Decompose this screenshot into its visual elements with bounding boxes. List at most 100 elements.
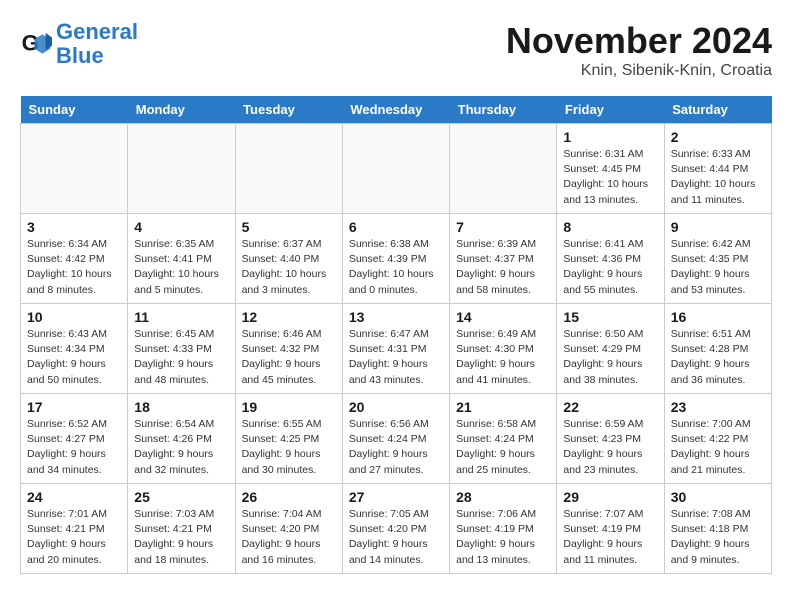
calendar-cell xyxy=(235,124,342,214)
weekday-header-sunday: Sunday xyxy=(21,96,128,124)
day-info: Sunrise: 6:34 AM Sunset: 4:42 PM Dayligh… xyxy=(27,237,121,298)
day-info: Sunrise: 7:06 AM Sunset: 4:19 PM Dayligh… xyxy=(456,507,550,568)
day-info: Sunrise: 7:07 AM Sunset: 4:19 PM Dayligh… xyxy=(563,507,657,568)
calendar-cell: 2 Sunrise: 6:33 AM Sunset: 4:44 PM Daylig… xyxy=(664,124,771,214)
calendar-cell: 8Sunrise: 6:41 AM Sunset: 4:36 PM Daylig… xyxy=(557,214,664,304)
logo-text: GeneralBlue xyxy=(56,20,138,68)
day-info: Sunrise: 6:37 AM Sunset: 4:40 PM Dayligh… xyxy=(242,237,336,298)
calendar-cell: 20 Sunrise: 6:56 AM Sunset: 4:24 PM Dayli… xyxy=(342,394,449,484)
day-number: 21 xyxy=(456,399,550,415)
day-info: Sunrise: 6:42 AM Sunset: 4:35 PM Dayligh… xyxy=(671,237,765,298)
weekday-header-friday: Friday xyxy=(557,96,664,124)
calendar-cell: 23 Sunrise: 7:00 AM Sunset: 4:22 PM Dayli… xyxy=(664,394,771,484)
day-info: Sunrise: 6:45 AM Sunset: 4:33 PM Dayligh… xyxy=(134,327,228,388)
logo: G GeneralBlue xyxy=(20,20,138,68)
calendar-cell: 24Sunrise: 7:01 AM Sunset: 4:21 PM Dayli… xyxy=(21,484,128,574)
calendar-cell: 17Sunrise: 6:52 AM Sunset: 4:27 PM Dayli… xyxy=(21,394,128,484)
day-info: Sunrise: 6:50 AM Sunset: 4:29 PM Dayligh… xyxy=(563,327,657,388)
day-number: 2 xyxy=(671,129,765,145)
calendar-cell: 15Sunrise: 6:50 AM Sunset: 4:29 PM Dayli… xyxy=(557,304,664,394)
day-number: 3 xyxy=(27,219,121,235)
calendar-cell: 29 Sunrise: 7:07 AM Sunset: 4:19 PM Dayli… xyxy=(557,484,664,574)
day-info: Sunrise: 6:55 AM Sunset: 4:25 PM Dayligh… xyxy=(242,417,336,478)
day-number: 16 xyxy=(671,309,765,325)
calendar-cell xyxy=(128,124,235,214)
calendar-cell: 18 Sunrise: 6:54 AM Sunset: 4:26 PM Dayli… xyxy=(128,394,235,484)
calendar-cell: 22 Sunrise: 6:59 AM Sunset: 4:23 PM Dayli… xyxy=(557,394,664,484)
calendar-cell: 25Sunrise: 7:03 AM Sunset: 4:21 PM Dayli… xyxy=(128,484,235,574)
day-info: Sunrise: 6:54 AM Sunset: 4:26 PM Dayligh… xyxy=(134,417,228,478)
week-row-4: 17Sunrise: 6:52 AM Sunset: 4:27 PM Dayli… xyxy=(21,394,772,484)
weekday-header-monday: Monday xyxy=(128,96,235,124)
day-info: Sunrise: 7:05 AM Sunset: 4:20 PM Dayligh… xyxy=(349,507,443,568)
calendar-cell: 26 Sunrise: 7:04 AM Sunset: 4:20 PM Dayli… xyxy=(235,484,342,574)
day-number: 22 xyxy=(563,399,657,415)
calendar-cell xyxy=(21,124,128,214)
day-info: Sunrise: 6:31 AM Sunset: 4:45 PM Dayligh… xyxy=(563,147,657,208)
calendar-cell: 1 Sunrise: 6:31 AM Sunset: 4:45 PM Daylig… xyxy=(557,124,664,214)
day-info: Sunrise: 7:00 AM Sunset: 4:22 PM Dayligh… xyxy=(671,417,765,478)
day-info: Sunrise: 6:46 AM Sunset: 4:32 PM Dayligh… xyxy=(242,327,336,388)
week-row-3: 10Sunrise: 6:43 AM Sunset: 4:34 PM Dayli… xyxy=(21,304,772,394)
weekday-header-row: SundayMondayTuesdayWednesdayThursdayFrid… xyxy=(21,96,772,124)
day-number: 30 xyxy=(671,489,765,505)
day-number: 23 xyxy=(671,399,765,415)
day-number: 4 xyxy=(134,219,228,235)
day-number: 1 xyxy=(563,129,657,145)
day-info: Sunrise: 6:58 AM Sunset: 4:24 PM Dayligh… xyxy=(456,417,550,478)
weekday-header-tuesday: Tuesday xyxy=(235,96,342,124)
day-info: Sunrise: 6:38 AM Sunset: 4:39 PM Dayligh… xyxy=(349,237,443,298)
calendar-cell xyxy=(342,124,449,214)
day-number: 29 xyxy=(563,489,657,505)
day-info: Sunrise: 6:35 AM Sunset: 4:41 PM Dayligh… xyxy=(134,237,228,298)
calendar-cell xyxy=(450,124,557,214)
day-info: Sunrise: 7:01 AM Sunset: 4:21 PM Dayligh… xyxy=(27,507,121,568)
day-number: 19 xyxy=(242,399,336,415)
calendar-cell: 3 Sunrise: 6:34 AM Sunset: 4:42 PM Daylig… xyxy=(21,214,128,304)
page-header: G GeneralBlue November 2024 Knin, Sibeni… xyxy=(20,20,772,80)
calendar-cell: 4 Sunrise: 6:35 AM Sunset: 4:41 PM Daylig… xyxy=(128,214,235,304)
day-info: Sunrise: 6:49 AM Sunset: 4:30 PM Dayligh… xyxy=(456,327,550,388)
day-info: Sunrise: 6:33 AM Sunset: 4:44 PM Dayligh… xyxy=(671,147,765,208)
logo-icon: G xyxy=(20,28,52,60)
day-info: Sunrise: 6:39 AM Sunset: 4:37 PM Dayligh… xyxy=(456,237,550,298)
calendar-table: SundayMondayTuesdayWednesdayThursdayFrid… xyxy=(20,96,772,574)
day-info: Sunrise: 6:51 AM Sunset: 4:28 PM Dayligh… xyxy=(671,327,765,388)
calendar-cell: 30Sunrise: 7:08 AM Sunset: 4:18 PM Dayli… xyxy=(664,484,771,574)
weekday-header-wednesday: Wednesday xyxy=(342,96,449,124)
day-number: 18 xyxy=(134,399,228,415)
day-number: 28 xyxy=(456,489,550,505)
title-section: November 2024 Knin, Sibenik-Knin, Croati… xyxy=(506,20,772,80)
calendar-cell: 16 Sunrise: 6:51 AM Sunset: 4:28 PM Dayli… xyxy=(664,304,771,394)
day-number: 17 xyxy=(27,399,121,415)
calendar-cell: 9 Sunrise: 6:42 AM Sunset: 4:35 PM Daylig… xyxy=(664,214,771,304)
day-number: 27 xyxy=(349,489,443,505)
calendar-cell: 14Sunrise: 6:49 AM Sunset: 4:30 PM Dayli… xyxy=(450,304,557,394)
day-number: 11 xyxy=(134,309,228,325)
calendar-cell: 7 Sunrise: 6:39 AM Sunset: 4:37 PM Daylig… xyxy=(450,214,557,304)
day-number: 5 xyxy=(242,219,336,235)
calendar-cell: 27 Sunrise: 7:05 AM Sunset: 4:20 PM Dayli… xyxy=(342,484,449,574)
month-year-title: November 2024 xyxy=(506,20,772,62)
day-number: 26 xyxy=(242,489,336,505)
calendar-cell: 13 Sunrise: 6:47 AM Sunset: 4:31 PM Dayli… xyxy=(342,304,449,394)
day-info: Sunrise: 7:04 AM Sunset: 4:20 PM Dayligh… xyxy=(242,507,336,568)
calendar-cell: 11 Sunrise: 6:45 AM Sunset: 4:33 PM Dayli… xyxy=(128,304,235,394)
day-info: Sunrise: 6:59 AM Sunset: 4:23 PM Dayligh… xyxy=(563,417,657,478)
calendar-cell: 5 Sunrise: 6:37 AM Sunset: 4:40 PM Daylig… xyxy=(235,214,342,304)
day-number: 20 xyxy=(349,399,443,415)
day-info: Sunrise: 6:56 AM Sunset: 4:24 PM Dayligh… xyxy=(349,417,443,478)
weekday-header-saturday: Saturday xyxy=(664,96,771,124)
calendar-cell: 6Sunrise: 6:38 AM Sunset: 4:39 PM Daylig… xyxy=(342,214,449,304)
week-row-1: 1 Sunrise: 6:31 AM Sunset: 4:45 PM Daylig… xyxy=(21,124,772,214)
location-subtitle: Knin, Sibenik-Knin, Croatia xyxy=(506,62,772,80)
day-number: 9 xyxy=(671,219,765,235)
day-number: 7 xyxy=(456,219,550,235)
week-row-2: 3 Sunrise: 6:34 AM Sunset: 4:42 PM Daylig… xyxy=(21,214,772,304)
day-info: Sunrise: 6:41 AM Sunset: 4:36 PM Dayligh… xyxy=(563,237,657,298)
day-number: 10 xyxy=(27,309,121,325)
day-number: 13 xyxy=(349,309,443,325)
day-number: 12 xyxy=(242,309,336,325)
day-info: Sunrise: 6:47 AM Sunset: 4:31 PM Dayligh… xyxy=(349,327,443,388)
weekday-header-thursday: Thursday xyxy=(450,96,557,124)
